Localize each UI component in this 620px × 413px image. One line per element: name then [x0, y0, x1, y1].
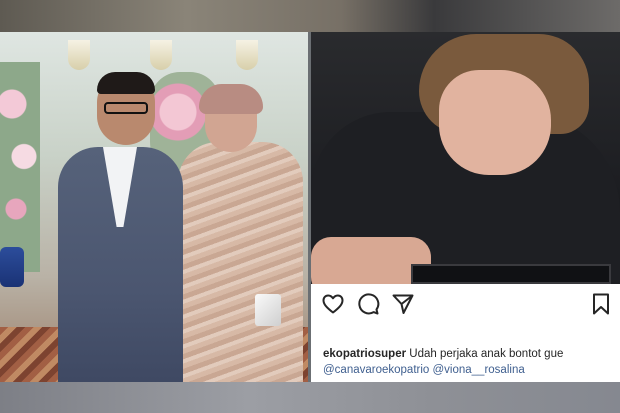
bookmark-icon — [593, 293, 609, 315]
caption-text: Udah perjaka anak bontot gue — [409, 348, 564, 360]
like-button[interactable] — [321, 292, 345, 316]
comment-button[interactable] — [356, 292, 380, 316]
eyeglasses — [104, 102, 148, 114]
instagram-post-panel: ekopatriosuper Udah perjaka anak bontot … — [311, 284, 620, 382]
chandelier — [236, 40, 258, 70]
man-hair — [97, 72, 155, 94]
heart-icon — [322, 294, 344, 314]
save-button[interactable] — [589, 292, 613, 316]
floral-decoration — [0, 62, 40, 272]
chandelier — [150, 40, 172, 70]
blurred-background-top — [0, 0, 620, 32]
post-caption: ekopatriosuper Udah perjaka anak bontot … — [323, 346, 615, 378]
wedding-couple-photo — [0, 32, 308, 382]
clutch-bag — [255, 294, 281, 326]
blurred-background-bottom — [0, 382, 620, 413]
mention-link[interactable]: @viona__rosalina — [433, 364, 525, 376]
share-button[interactable] — [391, 292, 415, 316]
blue-vase — [0, 247, 24, 287]
instagram-post-photo — [311, 32, 620, 284]
woman-hijab — [199, 84, 263, 114]
comment-bubble-icon — [358, 293, 380, 315]
tablet — [411, 264, 611, 284]
woman-lace-dress — [178, 142, 303, 382]
young-man-face — [439, 70, 551, 175]
chandelier — [68, 40, 90, 70]
username-link[interactable]: ekopatriosuper — [323, 348, 406, 360]
mention-link[interactable]: @canavaroekopatrio — [323, 364, 429, 376]
paper-plane-icon — [392, 294, 414, 314]
post-action-bar — [311, 292, 620, 316]
